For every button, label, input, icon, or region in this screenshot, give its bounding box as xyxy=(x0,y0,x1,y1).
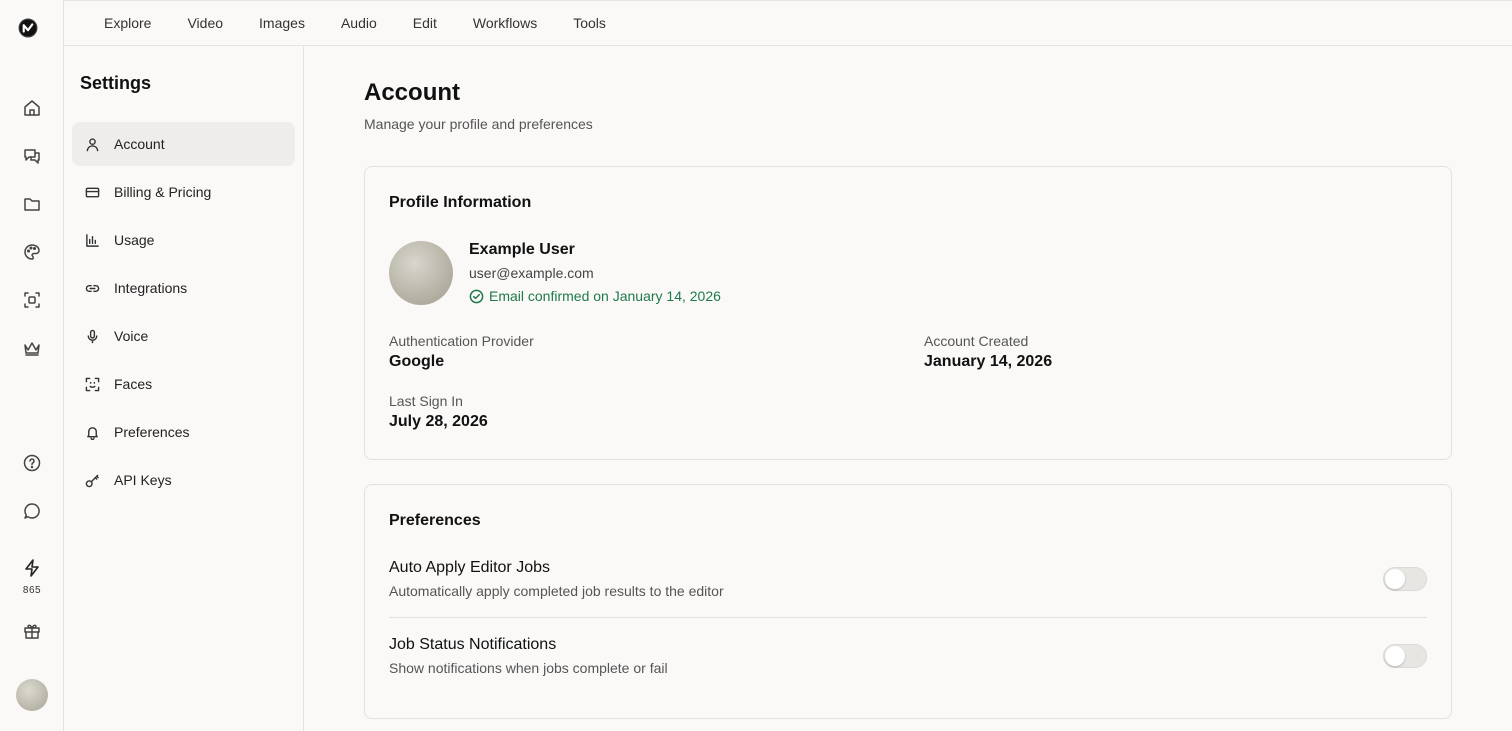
message-icon[interactable] xyxy=(20,499,44,523)
toggle-knob xyxy=(1385,646,1405,666)
pref-description: Show notifications when jobs complete or… xyxy=(389,660,668,676)
profile-card: Profile Information Example User user@ex… xyxy=(364,166,1452,460)
icon-rail: 865 xyxy=(0,0,64,731)
sidebar-item-label: Faces xyxy=(114,376,153,392)
sidebar-item-usage[interactable]: Usage xyxy=(72,218,295,262)
email-confirmed-text: Email confirmed on January 14, 2026 xyxy=(489,288,721,304)
profile-email: user@example.com xyxy=(469,265,594,281)
scan-icon[interactable] xyxy=(20,288,44,312)
job-notifications-toggle[interactable] xyxy=(1383,644,1427,668)
nav-edit[interactable]: Edit xyxy=(413,15,437,31)
page-title: Account xyxy=(364,79,460,106)
gift-icon[interactable] xyxy=(20,619,44,643)
sidebar-item-label: Preferences xyxy=(114,424,190,440)
check-circle-icon xyxy=(469,289,484,303)
pref-title: Job Status Notifications xyxy=(389,636,557,653)
auth-provider-value: Google xyxy=(389,353,445,370)
profile-name: Example User xyxy=(469,241,575,258)
link-icon xyxy=(84,280,100,296)
sidebar-item-preferences[interactable]: Preferences xyxy=(72,410,295,454)
sidebar-item-label: Voice xyxy=(114,328,149,344)
microphone-icon xyxy=(84,328,100,344)
pref-auto-apply-row: Auto Apply Editor Jobs Automatically app… xyxy=(389,559,1427,599)
nav-audio[interactable]: Audio xyxy=(341,15,377,31)
bar-chart-icon xyxy=(84,232,100,248)
pref-description: Automatically apply completed job result… xyxy=(389,583,724,599)
credit-card-icon xyxy=(84,184,100,200)
nav-workflows[interactable]: Workflows xyxy=(473,15,537,31)
user-avatar[interactable] xyxy=(16,679,48,711)
sidebar-item-integrations[interactable]: Integrations xyxy=(72,266,295,310)
profile-card-title: Profile Information xyxy=(389,194,532,211)
nav-tools[interactable]: Tools xyxy=(573,15,606,31)
toggle-knob xyxy=(1385,569,1405,589)
folder-icon[interactable] xyxy=(20,192,44,216)
sidebar-item-voice[interactable]: Voice xyxy=(72,314,295,358)
auth-provider-label: Authentication Provider xyxy=(389,333,534,349)
chat-icon[interactable] xyxy=(20,144,44,168)
sidebar-item-label: Billing & Pricing xyxy=(114,184,212,200)
home-icon[interactable] xyxy=(20,96,44,120)
preferences-card: Preferences Auto Apply Editor Jobs Autom… xyxy=(364,484,1452,719)
nav-video[interactable]: Video xyxy=(187,15,223,31)
account-created-value: January 14, 2026 xyxy=(924,353,1053,370)
last-sign-in-value: July 28, 2026 xyxy=(389,413,488,430)
auto-apply-toggle[interactable] xyxy=(1383,567,1427,591)
credits-count: 865 xyxy=(22,585,42,596)
last-sign-in-label: Last Sign In xyxy=(389,393,463,409)
help-icon[interactable] xyxy=(20,451,44,475)
crown-icon[interactable] xyxy=(20,336,44,360)
sidebar-item-label: API Keys xyxy=(114,472,172,488)
credits-indicator[interactable]: 865 xyxy=(14,558,50,596)
pref-notifications-row: Job Status Notifications Show notificati… xyxy=(389,636,1427,676)
sidebar-item-faces[interactable]: Faces xyxy=(72,362,295,406)
brand-logo[interactable] xyxy=(18,18,46,46)
user-icon xyxy=(84,136,100,152)
key-icon xyxy=(84,472,100,488)
settings-title: Settings xyxy=(80,73,152,93)
account-created-label: Account Created xyxy=(924,333,1029,349)
profile-avatar xyxy=(389,241,453,305)
lightning-icon xyxy=(25,559,39,577)
bell-icon xyxy=(84,424,100,440)
preferences-card-title: Preferences xyxy=(389,512,481,529)
face-scan-icon xyxy=(84,376,100,392)
settings-sidebar: Settings Account Billing & Pricing Usage… xyxy=(64,46,304,731)
sidebar-item-api-keys[interactable]: API Keys xyxy=(72,458,295,502)
sidebar-item-account[interactable]: Account xyxy=(72,122,295,166)
sidebar-item-label: Account xyxy=(114,136,165,152)
sidebar-item-label: Usage xyxy=(114,232,155,248)
page-subtitle: Manage your profile and preferences xyxy=(364,116,593,132)
top-navigation: Explore Video Images Audio Edit Workflow… xyxy=(64,0,1512,46)
nav-explore[interactable]: Explore xyxy=(104,15,151,31)
email-confirmed-status: Email confirmed on January 14, 2026 xyxy=(469,288,721,304)
sidebar-item-label: Integrations xyxy=(114,280,188,296)
pref-title: Auto Apply Editor Jobs xyxy=(389,559,550,576)
palette-icon[interactable] xyxy=(20,240,44,264)
sidebar-item-billing[interactable]: Billing & Pricing xyxy=(72,170,295,214)
divider xyxy=(389,617,1427,618)
nav-images[interactable]: Images xyxy=(259,15,305,31)
